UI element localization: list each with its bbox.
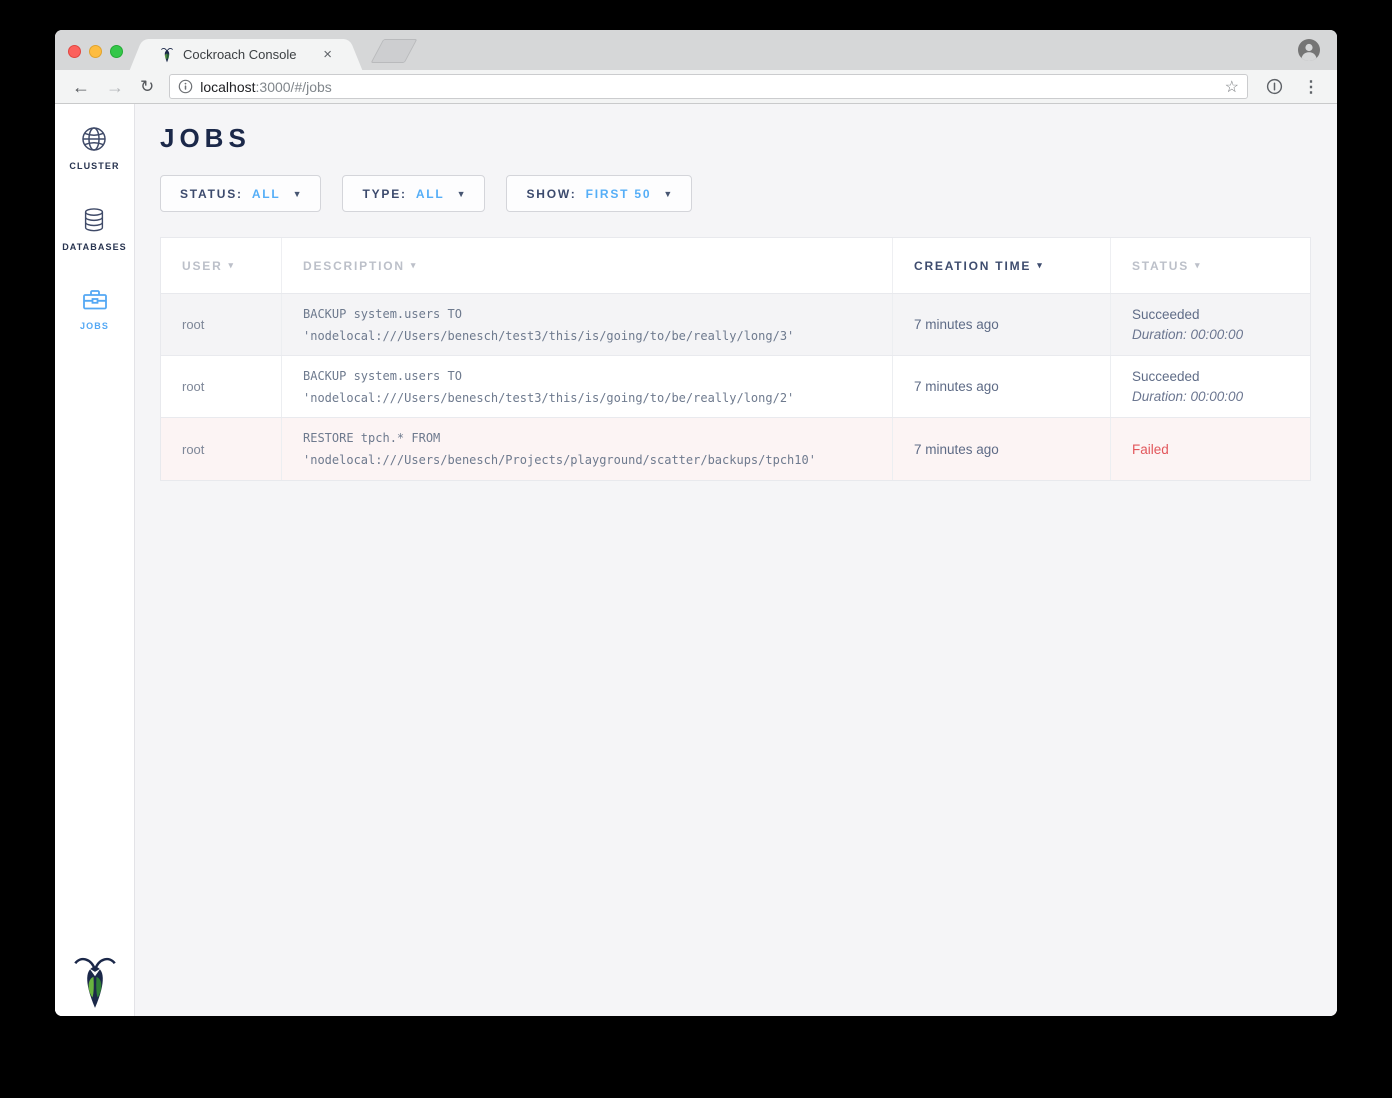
job-creation-time: 7 minutes ago — [914, 317, 1110, 332]
chevron-down-icon: ▼ — [457, 189, 466, 199]
job-user: root — [182, 442, 281, 457]
job-status: Failed — [1132, 442, 1310, 457]
jobs-table: USER ▾ DESCRIPTION ▾ CREATION TIME ▾ STA… — [160, 237, 1311, 481]
column-label: DESCRIPTION — [303, 259, 405, 273]
column-label: USER — [182, 259, 223, 273]
filter-bar: STATUS: ALL ▼ TYPE: ALL ▼ SHOW: FIRST 50… — [160, 175, 1311, 212]
url-host: localhost — [200, 79, 255, 95]
job-description-line2: 'nodelocal:///Users/benesch/Projects/pla… — [303, 449, 892, 471]
favicon-cockroach-icon — [159, 47, 175, 63]
job-description-line1: BACKUP system.users TO — [303, 365, 892, 387]
address-bar[interactable]: localhost:3000/#/jobs ☆ — [169, 74, 1248, 99]
new-tab-button[interactable] — [371, 39, 418, 63]
page-title: JOBS — [160, 123, 1311, 154]
sidebar-item-jobs[interactable]: JOBS — [80, 286, 110, 331]
sort-caret-icon: ▾ — [229, 260, 235, 271]
browser-window: Cockroach Console × ← → ↻ localho — [55, 30, 1337, 1016]
sort-caret-icon: ▾ — [1195, 260, 1201, 271]
filter-label: STATUS: — [180, 187, 243, 201]
table-header: USER ▾ DESCRIPTION ▾ CREATION TIME ▾ STA… — [161, 238, 1310, 294]
sidebar-item-cluster[interactable]: CLUSTER — [69, 124, 119, 171]
sidebar-item-label: DATABASES — [62, 242, 127, 252]
job-description-line2: 'nodelocal:///Users/benesch/test3/this/i… — [303, 387, 892, 409]
job-status: Succeeded — [1132, 305, 1310, 325]
window-controls — [68, 45, 123, 58]
job-creation-time: 7 minutes ago — [914, 379, 1110, 394]
chevron-down-icon: ▼ — [663, 189, 672, 199]
browser-toolbar: ← → ↻ localhost:3000/#/jobs ☆ ⋮ — [55, 70, 1337, 104]
sort-caret-icon: ▾ — [411, 260, 417, 271]
column-header-status[interactable]: STATUS ▾ — [1111, 238, 1310, 293]
sidebar-item-label: JOBS — [80, 321, 109, 331]
job-description-line2: 'nodelocal:///Users/benesch/test3/this/i… — [303, 325, 892, 347]
tab-strip: Cockroach Console × — [55, 30, 1337, 70]
show-filter-dropdown[interactable]: SHOW: FIRST 50 ▼ — [506, 175, 692, 212]
globe-icon — [79, 124, 109, 154]
column-header-user[interactable]: USER ▾ — [161, 238, 282, 293]
column-label: CREATION TIME — [914, 259, 1031, 273]
job-user: root — [182, 317, 281, 332]
table-row[interactable]: root BACKUP system.users TO 'nodelocal:/… — [161, 356, 1310, 418]
cockroachdb-logo — [74, 954, 116, 1010]
sidebar-item-label: CLUSTER — [69, 161, 119, 171]
briefcase-icon — [80, 286, 110, 314]
extension-icon[interactable] — [1266, 78, 1283, 95]
job-description-line1: BACKUP system.users TO — [303, 303, 892, 325]
page-content: CLUSTER DATABASES — [55, 104, 1337, 1016]
url-text: localhost:3000/#/jobs — [200, 79, 1224, 95]
sort-caret-icon: ▾ — [1037, 260, 1043, 271]
filter-value: ALL — [416, 187, 445, 201]
reload-button[interactable]: ↻ — [135, 78, 159, 95]
job-description-line1: RESTORE tpch.* FROM — [303, 427, 892, 449]
minimize-window-button[interactable] — [89, 45, 102, 58]
column-label: STATUS — [1132, 259, 1189, 273]
filter-value: ALL — [252, 187, 281, 201]
job-duration: Duration: 00:00:00 — [1132, 325, 1310, 345]
table-row[interactable]: root RESTORE tpch.* FROM 'nodelocal:///U… — [161, 418, 1310, 480]
sidebar-nav: CLUSTER DATABASES — [55, 104, 135, 1016]
filter-value: FIRST 50 — [586, 187, 652, 201]
bookmark-star-icon[interactable]: ☆ — [1225, 77, 1239, 97]
jobs-page: JOBS STATUS: ALL ▼ TYPE: ALL ▼ SHOW: FIR… — [135, 104, 1337, 1016]
tab-title: Cockroach Console — [183, 47, 319, 62]
zoom-window-button[interactable] — [110, 45, 123, 58]
browser-menu-icon[interactable]: ⋮ — [1297, 77, 1325, 97]
filter-label: TYPE: — [362, 187, 406, 201]
job-user: root — [182, 379, 281, 394]
chevron-down-icon: ▼ — [293, 189, 302, 199]
filter-label: SHOW: — [526, 187, 576, 201]
profile-avatar-icon[interactable] — [1297, 38, 1321, 62]
job-status: Succeeded — [1132, 367, 1310, 387]
sidebar-item-databases[interactable]: DATABASES — [62, 205, 127, 252]
browser-tab[interactable]: Cockroach Console × — [146, 39, 346, 70]
url-path: :3000/#/jobs — [256, 79, 332, 95]
job-creation-time: 7 minutes ago — [914, 442, 1110, 457]
page-info-icon[interactable] — [178, 79, 193, 94]
column-header-creation-time[interactable]: CREATION TIME ▾ — [893, 238, 1111, 293]
status-filter-dropdown[interactable]: STATUS: ALL ▼ — [160, 175, 321, 212]
type-filter-dropdown[interactable]: TYPE: ALL ▼ — [342, 175, 485, 212]
tab-close-icon[interactable]: × — [319, 45, 336, 64]
forward-button[interactable]: → — [101, 78, 129, 96]
column-header-description[interactable]: DESCRIPTION ▾ — [282, 238, 893, 293]
back-button[interactable]: ← — [67, 78, 95, 96]
database-icon — [80, 205, 108, 235]
table-row[interactable]: root BACKUP system.users TO 'nodelocal:/… — [161, 294, 1310, 356]
close-window-button[interactable] — [68, 45, 81, 58]
job-duration: Duration: 00:00:00 — [1132, 387, 1310, 407]
